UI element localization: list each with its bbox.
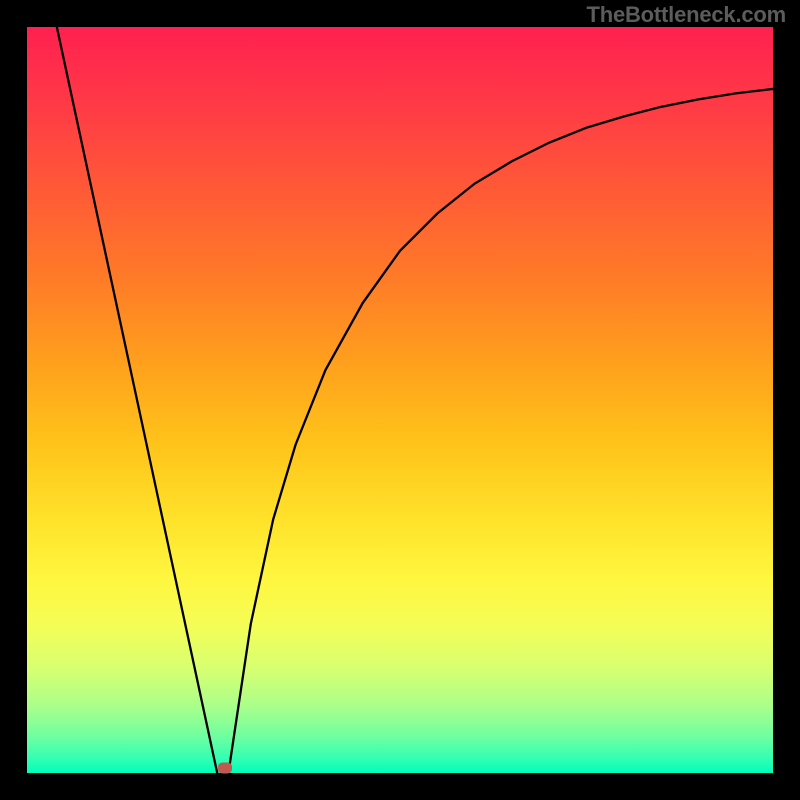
plot-area <box>27 27 773 773</box>
chart-container: TheBottleneck.com <box>0 0 800 800</box>
background-gradient <box>27 27 773 773</box>
watermark-text: TheBottleneck.com <box>586 2 786 28</box>
